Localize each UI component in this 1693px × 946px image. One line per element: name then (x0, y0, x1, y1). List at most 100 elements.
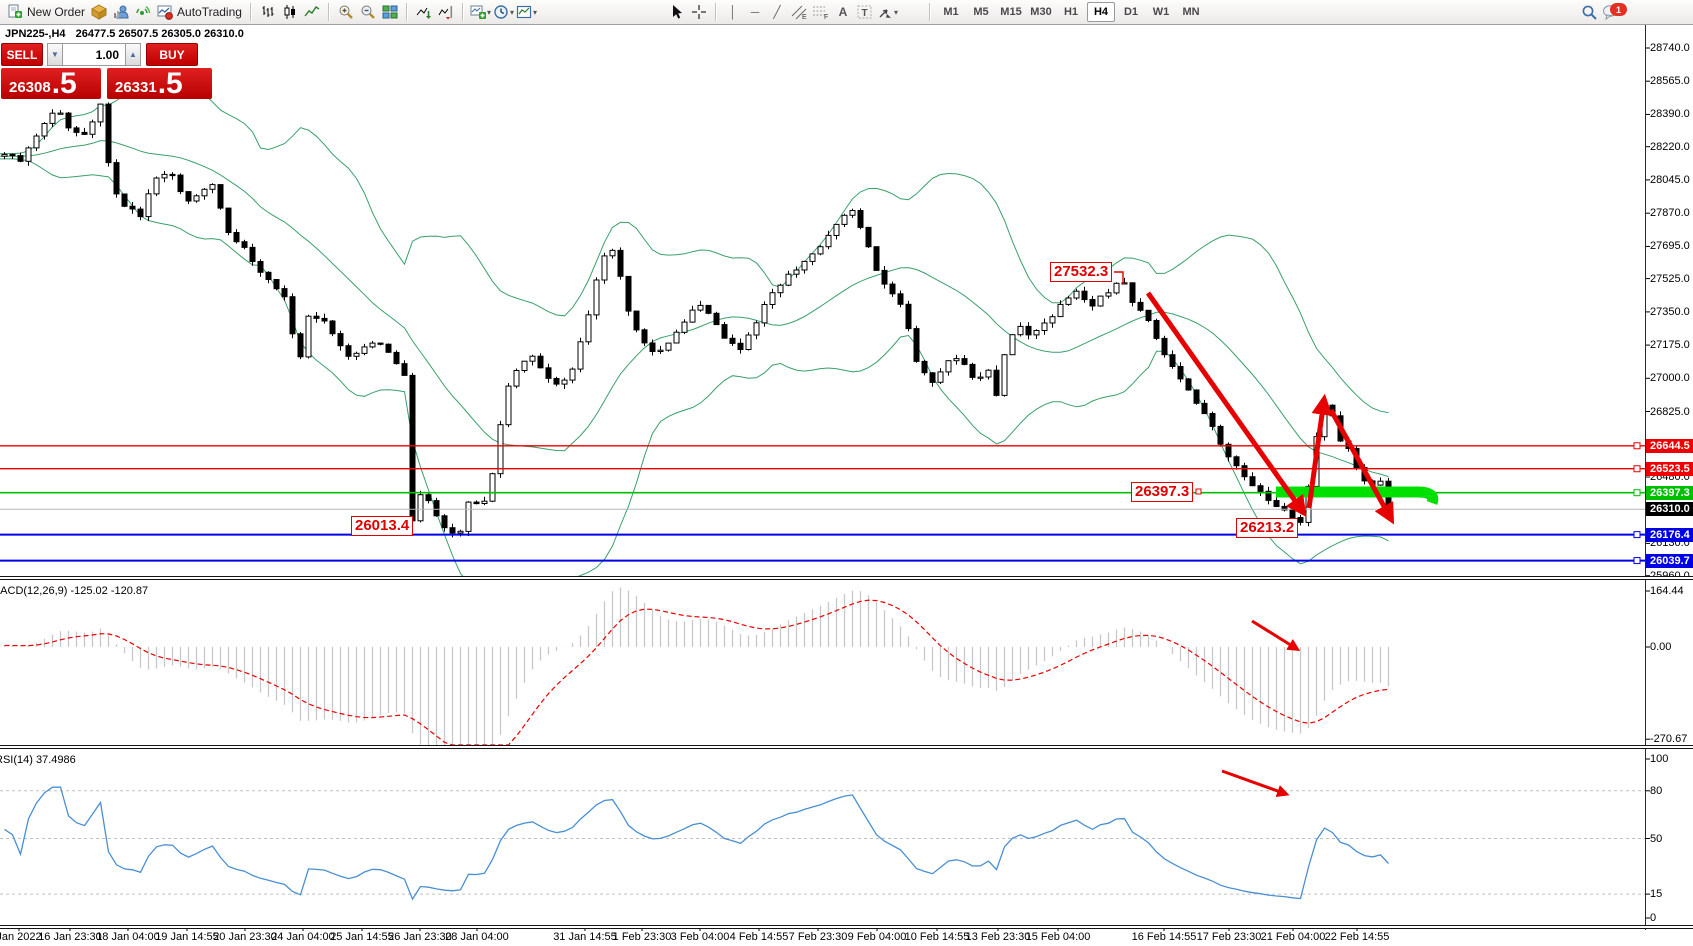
candlestick-chart-icon[interactable] (280, 2, 300, 22)
trendline-icon[interactable]: ╱ (767, 2, 787, 22)
trend-arrow-3[interactable] (1331, 410, 1391, 519)
rsi-axis-label: 80 (1650, 785, 1693, 798)
trend-arrow-4[interactable] (1252, 621, 1297, 649)
callout-anchor (1196, 489, 1201, 494)
svg-text:F: F (824, 14, 828, 20)
volume-decrease-button[interactable]: ▼ (47, 43, 63, 66)
price-callout[interactable]: 26013.4 (351, 516, 413, 536)
line-handle[interactable] (1634, 532, 1640, 538)
line-handle[interactable] (1634, 466, 1640, 472)
line-chart-icon[interactable] (302, 2, 322, 22)
time-axis-label: 24 Jan 04:00 (271, 931, 335, 943)
macd-axis-label: 164.44 (1650, 585, 1693, 598)
price-callout[interactable]: 26213.2 (1236, 518, 1298, 538)
profiles-icon[interactable] (111, 2, 131, 22)
zoom-out-icon[interactable] (358, 2, 378, 22)
line-handle[interactable] (1634, 490, 1640, 496)
notifications-icon[interactable]: 1 (1601, 2, 1621, 22)
timeframe-m15[interactable]: M15 (997, 2, 1025, 22)
time-axis-label: 15 Feb 04:00 (1026, 931, 1091, 943)
time-axis-label: 20 Jan 23:30 (213, 931, 277, 943)
price-callout[interactable]: 26397.3 (1131, 482, 1193, 502)
buy-button[interactable]: BUY (146, 43, 198, 66)
new-order-button[interactable]: New Order (27, 5, 85, 19)
volume-input[interactable] (63, 43, 125, 66)
macd-label: MACD(12,26,9) -125.02 -120.87 (0, 585, 148, 597)
price-tick-label: 28565.0 (1650, 75, 1693, 88)
mt4-terminal-window: New Order AutoTrading (0, 0, 1693, 946)
text-icon[interactable]: A (833, 2, 853, 22)
timeframe-mn[interactable]: MN (1177, 2, 1205, 22)
line-handle[interactable] (1634, 558, 1640, 564)
signals-icon[interactable] (133, 2, 153, 22)
timeframe-m5[interactable]: M5 (967, 2, 995, 22)
price-tick-label: 28220.0 (1650, 141, 1693, 154)
current-price-label: 26310.0 (1646, 502, 1693, 516)
trend-arrow-1[interactable] (1148, 293, 1303, 512)
auto-scroll-icon[interactable] (414, 2, 434, 22)
timeframe-w1[interactable]: W1 (1147, 2, 1175, 22)
price-tick-label: 27350.0 (1650, 306, 1693, 319)
toolbar-standard-group: New Order AutoTrading (4, 0, 538, 24)
rsi-axis-label: 50 (1650, 833, 1693, 846)
timeframe-h1[interactable]: H1 (1057, 2, 1085, 22)
toolbar-separator (715, 3, 717, 21)
price-axis-line (1645, 25, 1646, 930)
time-axis-label: 22 Feb 14:55 (1325, 931, 1390, 943)
one-click-trading-panel: SELL ▼ ▲ BUY 26308 .5 26331 .5 (1, 43, 212, 99)
time-axis-label: 16 Feb 14:55 (1132, 931, 1197, 943)
symbol-period-label: JPN225-,H4 (5, 28, 66, 40)
vertical-line-icon[interactable]: │ (723, 2, 743, 22)
price-line-label: 26039.7 (1646, 554, 1693, 568)
period-selector-icon[interactable]: ▾ (493, 2, 514, 22)
candles-layer (0, 102, 1391, 537)
tile-windows-icon[interactable] (380, 2, 400, 22)
price-tick-label: 27525.0 (1650, 273, 1693, 286)
price-callout[interactable]: 27532.3 (1050, 262, 1112, 282)
pane-separator[interactable] (0, 576, 1693, 580)
zoom-in-icon[interactable] (336, 2, 356, 22)
line-handle[interactable] (1634, 443, 1640, 449)
time-axis-label: 18 Jan 04:00 (96, 931, 160, 943)
equidistant-channel-icon[interactable]: E (789, 2, 809, 22)
horizontal-line-icon[interactable]: ─ (745, 2, 765, 22)
time-axis-label: 28 Jan 04:00 (445, 931, 509, 943)
green-highlight-band[interactable] (1276, 492, 1433, 503)
toolbar-separator (250, 3, 252, 21)
arrows-tool-icon[interactable]: ▾ (877, 2, 898, 22)
time-axis-label: 31 Jan 14:55 (553, 931, 617, 943)
autotrading-icon[interactable] (155, 2, 175, 22)
crosshair-icon[interactable] (689, 2, 709, 22)
time-axis-label: Jan 2022 (0, 931, 42, 943)
templates-icon[interactable]: ▾ (516, 2, 537, 22)
timeframe-m30[interactable]: M30 (1027, 2, 1055, 22)
timeframe-d1[interactable]: D1 (1117, 2, 1145, 22)
timeframe-m1[interactable]: M1 (937, 2, 965, 22)
metaeditor-icon[interactable] (89, 2, 109, 22)
ohlc-values: 26477.5 26507.5 26305.0 26310.0 (76, 28, 244, 40)
fibonacci-icon[interactable]: F (811, 2, 831, 22)
buy-price-display[interactable]: 26331 .5 (107, 68, 212, 99)
text-label-icon[interactable]: T (855, 2, 875, 22)
volume-increase-button[interactable]: ▲ (125, 43, 141, 66)
toolbar-drawing-group: │ ─ ╱ E F A T ▾ (666, 0, 899, 24)
chart-canvas[interactable] (0, 0, 1693, 946)
chart-info-line: JPN225-,H4 26477.5 26507.5 26305.0 26310… (5, 28, 244, 40)
time-axis-label: 9 Feb 04:00 (848, 931, 907, 943)
pane-separator[interactable] (0, 745, 1693, 749)
price-line-label: 26176.4 (1646, 528, 1693, 542)
sell-button[interactable]: SELL (1, 43, 43, 66)
search-icon[interactable] (1579, 2, 1599, 22)
price-tick-label: 28740.0 (1650, 42, 1693, 55)
timeframe-h4[interactable]: H4 (1087, 2, 1115, 22)
chart-shift-icon[interactable] (436, 2, 456, 22)
new-chart-icon[interactable]: ▾ (470, 2, 491, 22)
autotrading-button[interactable]: AutoTrading (177, 5, 242, 19)
price-tick-label: 27695.0 (1650, 240, 1693, 253)
new-order-icon[interactable] (5, 2, 25, 22)
macd-signal-line (5, 600, 1389, 745)
bar-chart-icon[interactable] (258, 2, 278, 22)
cursor-icon[interactable] (667, 2, 687, 22)
toolbar-separator (929, 3, 931, 21)
sell-price-display[interactable]: 26308 .5 (1, 68, 101, 99)
